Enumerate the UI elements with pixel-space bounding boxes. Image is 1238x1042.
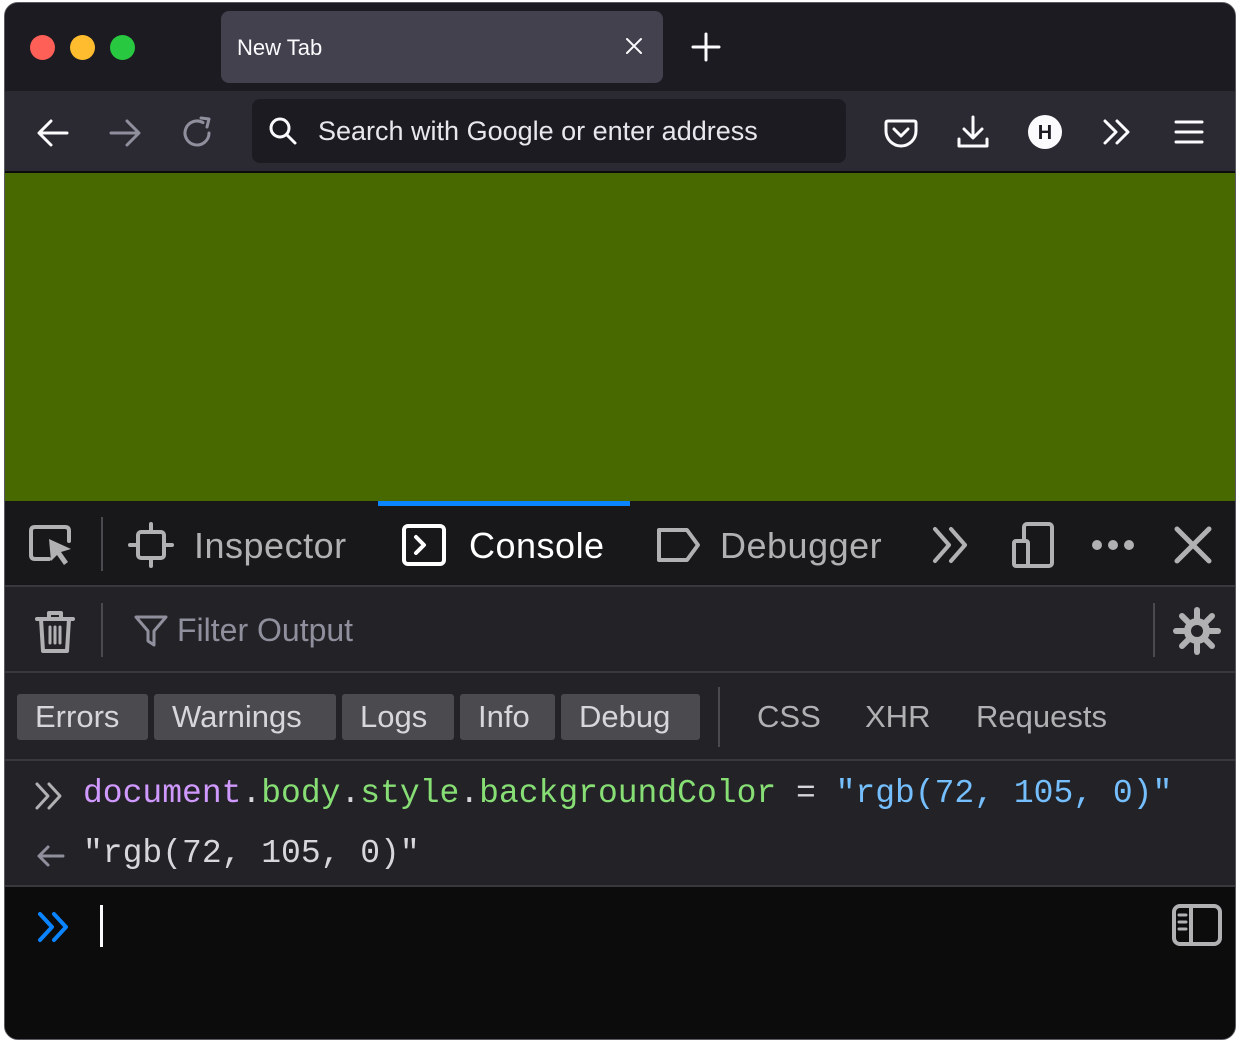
result-arrow-icon xyxy=(37,845,65,867)
code-token: backgroundColor xyxy=(479,775,777,812)
gear-icon[interactable] xyxy=(1173,607,1221,655)
address-input[interactable] xyxy=(318,109,828,153)
console-result-row: "rgb(72, 105, 0)" xyxy=(5,825,1235,883)
filter-funnel-icon xyxy=(134,615,168,647)
code-token: document xyxy=(83,775,242,812)
debugger-icon xyxy=(657,528,700,562)
toolbar-separator xyxy=(718,687,720,747)
filter-logs-button[interactable]: Logs xyxy=(342,694,454,740)
tab-console-label: Console xyxy=(469,525,605,566)
tab-debugger-label: Debugger xyxy=(720,525,883,566)
code-token: body xyxy=(261,775,341,812)
account-avatar-icon[interactable]: H xyxy=(1024,111,1066,153)
account-initial: H xyxy=(1038,122,1052,144)
code-token: . xyxy=(340,775,361,812)
console-toolbar xyxy=(5,587,1235,673)
more-tools-chevron-icon[interactable] xyxy=(927,521,975,569)
toolbar-separator xyxy=(1153,603,1155,657)
devtools-tab-bar: Inspector Console Debugger xyxy=(5,501,1235,587)
prompt-chevron-icon xyxy=(38,912,68,942)
filter-css-button[interactable]: CSS xyxy=(757,694,821,740)
filter-errors-button[interactable]: Errors xyxy=(17,694,148,740)
tab-title: New Tab xyxy=(237,35,323,60)
code-token: style xyxy=(360,775,460,812)
toolbar-separator xyxy=(101,517,103,571)
console-icon xyxy=(402,524,446,566)
trash-icon[interactable] xyxy=(31,607,79,655)
filter-debug-button[interactable]: Debug xyxy=(561,694,700,740)
code-token: "rgb(72, 105, 0)" xyxy=(835,775,1173,812)
download-icon[interactable] xyxy=(952,111,994,153)
filter-requests-button[interactable]: Requests xyxy=(976,694,1107,740)
back-arrow-icon[interactable] xyxy=(33,113,73,153)
toolbar-separator xyxy=(101,603,103,657)
forward-arrow-icon[interactable] xyxy=(105,113,145,153)
element-picker-icon[interactable] xyxy=(27,521,75,569)
console-command-row: document.body.style.backgroundColor = "r… xyxy=(5,765,1235,823)
reload-icon[interactable] xyxy=(177,113,217,153)
close-devtools-icon[interactable] xyxy=(1169,521,1217,569)
tab-new-tab[interactable]: New Tab xyxy=(221,11,663,83)
console-result-value[interactable]: "rgb(72, 105, 0)" xyxy=(83,835,420,872)
code-token: . xyxy=(241,775,262,812)
search-icon xyxy=(269,117,297,145)
plus-icon[interactable] xyxy=(689,30,723,64)
address-bar[interactable] xyxy=(252,99,846,163)
page-content[interactable] xyxy=(5,173,1235,501)
inspector-icon xyxy=(128,522,174,568)
tab-console[interactable]: Console xyxy=(378,501,630,587)
filter-output-input[interactable] xyxy=(177,607,1077,653)
minimize-window-button[interactable] xyxy=(70,35,95,60)
code-token: = xyxy=(776,775,836,812)
zoom-window-button[interactable] xyxy=(110,35,135,60)
hamburger-menu-icon[interactable] xyxy=(1168,111,1210,153)
console-filter-bar: Errors Warnings Logs Info Debug CSS XHR … xyxy=(5,673,1235,761)
console-input-area[interactable] xyxy=(5,887,1235,1039)
overflow-chevron-icon[interactable] xyxy=(1096,111,1138,153)
tab-debugger[interactable]: Debugger xyxy=(645,501,897,587)
tab-inspector[interactable]: Inspector xyxy=(123,501,373,587)
browser-window: New Tab Search with Google or enter addr… xyxy=(4,2,1236,1040)
filter-info-button[interactable]: Info xyxy=(460,694,555,740)
sidebar-toggle-icon[interactable] xyxy=(1171,903,1223,947)
console-command-code[interactable]: document.body.style.backgroundColor = "r… xyxy=(83,775,1172,812)
navigation-toolbar: H xyxy=(5,91,1235,173)
more-options-icon[interactable] xyxy=(1089,521,1137,569)
close-icon[interactable] xyxy=(623,35,645,57)
filter-xhr-button[interactable]: XHR xyxy=(865,694,930,740)
tab-inspector-label: Inspector xyxy=(194,525,347,566)
filter-warnings-button[interactable]: Warnings xyxy=(154,694,336,740)
responsive-design-icon[interactable] xyxy=(1010,521,1058,569)
text-caret xyxy=(100,905,103,947)
close-window-button[interactable] xyxy=(30,35,55,60)
tab-strip: New Tab xyxy=(5,3,1235,91)
pocket-icon[interactable] xyxy=(880,111,922,153)
code-token: . xyxy=(459,775,480,812)
console-output: document.body.style.backgroundColor = "r… xyxy=(5,761,1235,887)
command-chevron-icon xyxy=(35,782,62,810)
